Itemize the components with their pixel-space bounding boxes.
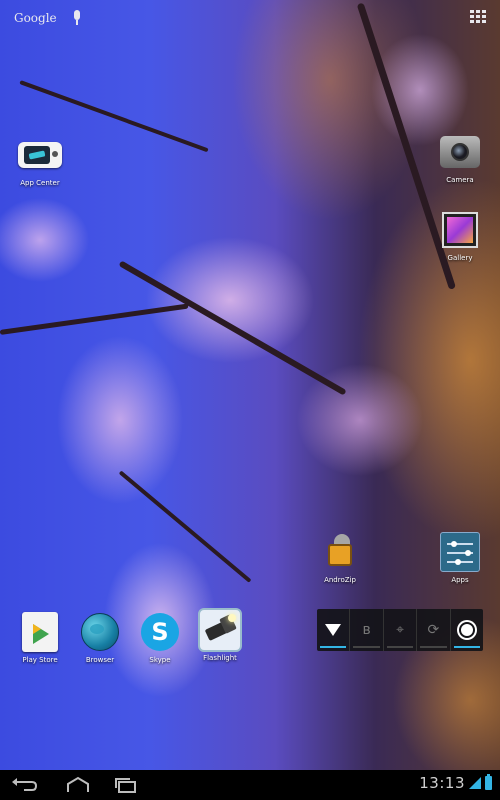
skype-icon: S [138, 610, 182, 654]
globe-icon [78, 610, 122, 654]
back-icon[interactable] [10, 776, 38, 794]
camera-icon [438, 130, 482, 174]
clock: 13:13 [419, 774, 465, 792]
mic-icon[interactable] [71, 10, 83, 26]
app-label: App Center [20, 179, 60, 187]
sliders-icon [438, 530, 482, 574]
app-label: Flashlight [203, 654, 237, 662]
gps-icon: ⌖ [396, 622, 404, 638]
all-apps-grid-icon[interactable] [470, 10, 486, 24]
signal-icon [469, 777, 481, 789]
app-label: Camera [446, 176, 474, 184]
gallery-shortcut[interactable]: Gallery [430, 208, 490, 262]
tree-branch [118, 260, 347, 396]
home-icon[interactable] [64, 776, 92, 794]
gallery-icon [438, 208, 482, 252]
play-store-icon [18, 610, 62, 654]
google-search-bar[interactable]: Google [14, 8, 83, 28]
sync-toggle[interactable]: ⟳ [417, 609, 451, 651]
tree-branch [0, 303, 189, 335]
apps-shortcut[interactable]: Apps [430, 530, 490, 584]
app-label: Play Store [22, 656, 58, 664]
wifi-icon [325, 624, 342, 636]
bluetooth-icon: ʙ [362, 622, 371, 638]
gps-toggle[interactable]: ⌖ [384, 609, 418, 651]
browser-shortcut[interactable]: Browser [70, 610, 130, 664]
sync-icon: ⟳ [427, 622, 440, 638]
recent-apps-icon[interactable] [112, 776, 140, 794]
app-label: Apps [451, 576, 469, 584]
camera-shortcut[interactable]: Camera [430, 130, 490, 184]
status-area[interactable]: 13:13 [419, 774, 492, 792]
flashlight-shortcut[interactable]: Flashlight [190, 608, 250, 662]
app-center-icon [18, 133, 62, 177]
app-label: AndroZip [324, 576, 356, 584]
play-store-shortcut[interactable]: Play Store [10, 610, 70, 664]
tree-branch [118, 470, 252, 583]
wifi-toggle[interactable] [317, 609, 351, 651]
brightness-toggle[interactable] [451, 609, 483, 651]
androzip-shortcut[interactable]: AndroZip [310, 530, 370, 584]
skype-shortcut[interactable]: S Skype [130, 610, 190, 664]
bluetooth-toggle[interactable]: ʙ [350, 609, 384, 651]
app-label: Gallery [447, 254, 473, 262]
power-control-widget: ʙ ⌖ ⟳ [317, 609, 483, 651]
app-label: Browser [85, 656, 115, 664]
brightness-icon [460, 624, 473, 636]
flashlight-icon [198, 608, 242, 652]
androzip-icon [318, 530, 362, 574]
battery-icon [485, 774, 492, 790]
app-label: Skype [149, 656, 171, 664]
navigation-bar: 13:13 [0, 770, 500, 800]
google-logo: Google [14, 11, 57, 25]
app-center-shortcut[interactable]: App Center [10, 133, 70, 187]
